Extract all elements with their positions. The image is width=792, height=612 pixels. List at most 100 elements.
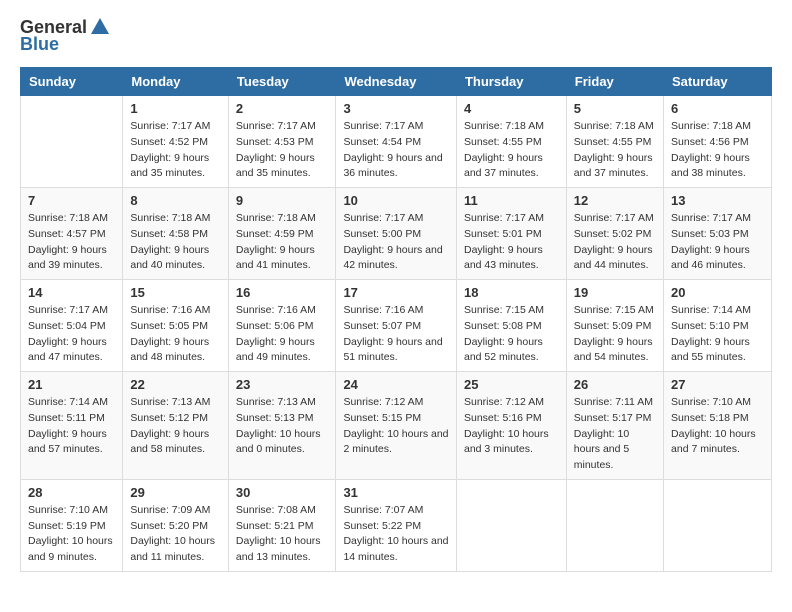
day-cell bbox=[664, 479, 772, 571]
day-cell: 16 Sunrise: 7:16 AMSunset: 5:06 PMDaylig… bbox=[228, 280, 336, 372]
day-number: 21 bbox=[28, 377, 115, 392]
column-header-thursday: Thursday bbox=[456, 68, 566, 96]
day-number: 4 bbox=[464, 101, 559, 116]
day-cell bbox=[21, 96, 123, 188]
day-number: 24 bbox=[343, 377, 449, 392]
day-number: 20 bbox=[671, 285, 764, 300]
day-info: Sunrise: 7:09 AMSunset: 5:20 PMDaylight:… bbox=[130, 503, 221, 566]
day-cell: 22 Sunrise: 7:13 AMSunset: 5:12 PMDaylig… bbox=[123, 372, 229, 480]
day-number: 17 bbox=[343, 285, 449, 300]
logo-icon bbox=[89, 16, 111, 38]
day-number: 13 bbox=[671, 193, 764, 208]
day-info: Sunrise: 7:17 AMSunset: 5:00 PMDaylight:… bbox=[343, 211, 449, 274]
column-header-monday: Monday bbox=[123, 68, 229, 96]
day-cell: 23 Sunrise: 7:13 AMSunset: 5:13 PMDaylig… bbox=[228, 372, 336, 480]
day-info: Sunrise: 7:13 AMSunset: 5:12 PMDaylight:… bbox=[130, 395, 221, 458]
day-info: Sunrise: 7:17 AMSunset: 5:02 PMDaylight:… bbox=[574, 211, 656, 274]
day-number: 6 bbox=[671, 101, 764, 116]
day-cell: 1 Sunrise: 7:17 AMSunset: 4:52 PMDayligh… bbox=[123, 96, 229, 188]
week-row-5: 28 Sunrise: 7:10 AMSunset: 5:19 PMDaylig… bbox=[21, 479, 772, 571]
day-info: Sunrise: 7:18 AMSunset: 4:57 PMDaylight:… bbox=[28, 211, 115, 274]
day-cell: 17 Sunrise: 7:16 AMSunset: 5:07 PMDaylig… bbox=[336, 280, 457, 372]
day-number: 9 bbox=[236, 193, 329, 208]
day-cell: 3 Sunrise: 7:17 AMSunset: 4:54 PMDayligh… bbox=[336, 96, 457, 188]
day-info: Sunrise: 7:10 AMSunset: 5:19 PMDaylight:… bbox=[28, 503, 115, 566]
day-number: 15 bbox=[130, 285, 221, 300]
day-number: 30 bbox=[236, 485, 329, 500]
day-cell: 29 Sunrise: 7:09 AMSunset: 5:20 PMDaylig… bbox=[123, 479, 229, 571]
day-cell: 15 Sunrise: 7:16 AMSunset: 5:05 PMDaylig… bbox=[123, 280, 229, 372]
day-number: 25 bbox=[464, 377, 559, 392]
day-cell: 18 Sunrise: 7:15 AMSunset: 5:08 PMDaylig… bbox=[456, 280, 566, 372]
header-row: SundayMondayTuesdayWednesdayThursdayFrid… bbox=[21, 68, 772, 96]
week-row-4: 21 Sunrise: 7:14 AMSunset: 5:11 PMDaylig… bbox=[21, 372, 772, 480]
day-cell: 28 Sunrise: 7:10 AMSunset: 5:19 PMDaylig… bbox=[21, 479, 123, 571]
day-info: Sunrise: 7:18 AMSunset: 4:55 PMDaylight:… bbox=[574, 119, 656, 182]
day-number: 3 bbox=[343, 101, 449, 116]
day-cell: 19 Sunrise: 7:15 AMSunset: 5:09 PMDaylig… bbox=[566, 280, 663, 372]
day-number: 29 bbox=[130, 485, 221, 500]
day-info: Sunrise: 7:16 AMSunset: 5:06 PMDaylight:… bbox=[236, 303, 329, 366]
day-number: 22 bbox=[130, 377, 221, 392]
day-cell: 21 Sunrise: 7:14 AMSunset: 5:11 PMDaylig… bbox=[21, 372, 123, 480]
day-cell: 6 Sunrise: 7:18 AMSunset: 4:56 PMDayligh… bbox=[664, 96, 772, 188]
day-number: 19 bbox=[574, 285, 656, 300]
week-row-3: 14 Sunrise: 7:17 AMSunset: 5:04 PMDaylig… bbox=[21, 280, 772, 372]
day-cell: 8 Sunrise: 7:18 AMSunset: 4:58 PMDayligh… bbox=[123, 188, 229, 280]
day-number: 5 bbox=[574, 101, 656, 116]
day-number: 11 bbox=[464, 193, 559, 208]
day-info: Sunrise: 7:11 AMSunset: 5:17 PMDaylight:… bbox=[574, 395, 656, 474]
day-cell: 26 Sunrise: 7:11 AMSunset: 5:17 PMDaylig… bbox=[566, 372, 663, 480]
column-header-saturday: Saturday bbox=[664, 68, 772, 96]
day-number: 16 bbox=[236, 285, 329, 300]
day-info: Sunrise: 7:18 AMSunset: 4:59 PMDaylight:… bbox=[236, 211, 329, 274]
day-cell: 12 Sunrise: 7:17 AMSunset: 5:02 PMDaylig… bbox=[566, 188, 663, 280]
day-info: Sunrise: 7:13 AMSunset: 5:13 PMDaylight:… bbox=[236, 395, 329, 458]
day-number: 8 bbox=[130, 193, 221, 208]
day-info: Sunrise: 7:14 AMSunset: 5:10 PMDaylight:… bbox=[671, 303, 764, 366]
day-cell: 13 Sunrise: 7:17 AMSunset: 5:03 PMDaylig… bbox=[664, 188, 772, 280]
day-cell: 31 Sunrise: 7:07 AMSunset: 5:22 PMDaylig… bbox=[336, 479, 457, 571]
day-number: 27 bbox=[671, 377, 764, 392]
day-info: Sunrise: 7:16 AMSunset: 5:05 PMDaylight:… bbox=[130, 303, 221, 366]
day-info: Sunrise: 7:15 AMSunset: 5:09 PMDaylight:… bbox=[574, 303, 656, 366]
week-row-2: 7 Sunrise: 7:18 AMSunset: 4:57 PMDayligh… bbox=[21, 188, 772, 280]
day-info: Sunrise: 7:18 AMSunset: 4:56 PMDaylight:… bbox=[671, 119, 764, 182]
day-cell: 27 Sunrise: 7:10 AMSunset: 5:18 PMDaylig… bbox=[664, 372, 772, 480]
day-info: Sunrise: 7:14 AMSunset: 5:11 PMDaylight:… bbox=[28, 395, 115, 458]
day-number: 18 bbox=[464, 285, 559, 300]
day-cell: 9 Sunrise: 7:18 AMSunset: 4:59 PMDayligh… bbox=[228, 188, 336, 280]
day-info: Sunrise: 7:12 AMSunset: 5:16 PMDaylight:… bbox=[464, 395, 559, 458]
day-cell: 25 Sunrise: 7:12 AMSunset: 5:16 PMDaylig… bbox=[456, 372, 566, 480]
day-info: Sunrise: 7:12 AMSunset: 5:15 PMDaylight:… bbox=[343, 395, 449, 458]
day-info: Sunrise: 7:17 AMSunset: 5:01 PMDaylight:… bbox=[464, 211, 559, 274]
day-cell: 30 Sunrise: 7:08 AMSunset: 5:21 PMDaylig… bbox=[228, 479, 336, 571]
column-header-tuesday: Tuesday bbox=[228, 68, 336, 96]
column-header-wednesday: Wednesday bbox=[336, 68, 457, 96]
day-cell bbox=[566, 479, 663, 571]
day-info: Sunrise: 7:17 AMSunset: 4:53 PMDaylight:… bbox=[236, 119, 329, 182]
day-number: 7 bbox=[28, 193, 115, 208]
day-number: 10 bbox=[343, 193, 449, 208]
logo-blue: Blue bbox=[20, 34, 59, 55]
day-info: Sunrise: 7:08 AMSunset: 5:21 PMDaylight:… bbox=[236, 503, 329, 566]
week-row-1: 1 Sunrise: 7:17 AMSunset: 4:52 PMDayligh… bbox=[21, 96, 772, 188]
day-number: 2 bbox=[236, 101, 329, 116]
day-cell: 7 Sunrise: 7:18 AMSunset: 4:57 PMDayligh… bbox=[21, 188, 123, 280]
day-cell: 14 Sunrise: 7:17 AMSunset: 5:04 PMDaylig… bbox=[21, 280, 123, 372]
day-info: Sunrise: 7:17 AMSunset: 5:03 PMDaylight:… bbox=[671, 211, 764, 274]
day-number: 23 bbox=[236, 377, 329, 392]
page-header: General Blue bbox=[20, 16, 772, 55]
day-number: 14 bbox=[28, 285, 115, 300]
day-info: Sunrise: 7:17 AMSunset: 4:52 PMDaylight:… bbox=[130, 119, 221, 182]
day-info: Sunrise: 7:15 AMSunset: 5:08 PMDaylight:… bbox=[464, 303, 559, 366]
day-number: 26 bbox=[574, 377, 656, 392]
day-cell: 2 Sunrise: 7:17 AMSunset: 4:53 PMDayligh… bbox=[228, 96, 336, 188]
column-header-sunday: Sunday bbox=[21, 68, 123, 96]
day-cell: 24 Sunrise: 7:12 AMSunset: 5:15 PMDaylig… bbox=[336, 372, 457, 480]
day-cell: 5 Sunrise: 7:18 AMSunset: 4:55 PMDayligh… bbox=[566, 96, 663, 188]
day-cell: 11 Sunrise: 7:17 AMSunset: 5:01 PMDaylig… bbox=[456, 188, 566, 280]
day-info: Sunrise: 7:10 AMSunset: 5:18 PMDaylight:… bbox=[671, 395, 764, 458]
day-info: Sunrise: 7:18 AMSunset: 4:58 PMDaylight:… bbox=[130, 211, 221, 274]
calendar-table: SundayMondayTuesdayWednesdayThursdayFrid… bbox=[20, 67, 772, 572]
